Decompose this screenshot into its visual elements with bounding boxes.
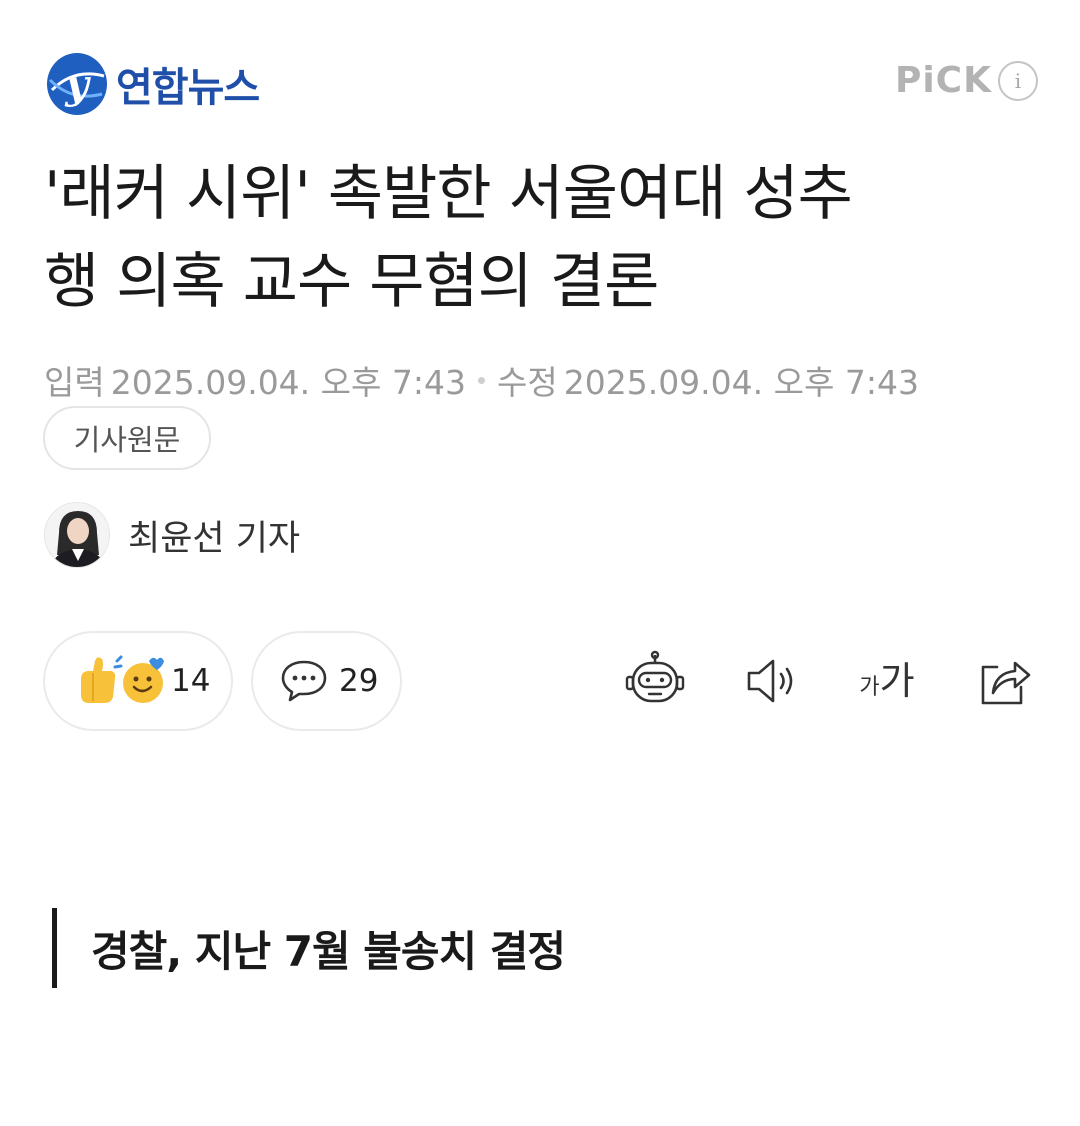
input-label: 입력 [44, 363, 105, 402]
article-headline: '래커 시위' 촉발한 서울여대 성추 행 의혹 교수 무혐의 결론 [44, 150, 1044, 326]
speaker-icon [747, 659, 793, 703]
modified-label: 수정 [496, 363, 558, 402]
yonhap-logo-icon: y [47, 53, 107, 115]
font-size-large: 가 [879, 659, 915, 703]
reaction-count: 14 [171, 663, 211, 699]
font-size-small: 가 [859, 675, 880, 700]
ai-summary-button[interactable] [622, 648, 688, 714]
article-subheading: 경찰, 지난 7월 불송치 결정 [52, 908, 566, 988]
press-logo[interactable]: y 연합뉴스 [44, 50, 260, 118]
font-size-icon: 가 가 [859, 660, 914, 702]
meta-separator [477, 376, 485, 384]
reporter-link[interactable]: 최윤선 기자 [44, 502, 300, 568]
headline-line-1: '래커 시위' 촉발한 서울여대 성추 [44, 159, 853, 229]
headline-line-2: 행 의혹 교수 무혐의 결론 [44, 247, 659, 317]
share-icon [981, 661, 1031, 705]
comment-button[interactable]: 29 [251, 631, 402, 731]
comment-count: 29 [339, 663, 379, 699]
tts-button[interactable] [738, 648, 804, 714]
reaction-button[interactable]: 14 [43, 631, 233, 731]
font-size-button[interactable]: 가 가 [852, 648, 922, 714]
robot-icon [625, 650, 685, 703]
comment-icon [281, 660, 327, 702]
svg-text:y: y [64, 61, 91, 108]
article-meta: 입력 2025.09.04. 오후 7:43 수정 2025.09.04. 오후… [44, 356, 919, 404]
original-article-button[interactable]: 기사원문 [43, 406, 211, 470]
emoji-reaction-icon [81, 655, 164, 703]
pick-label: PiCK [894, 60, 992, 101]
modified-time: 2025.09.04. 오후 7:43 [563, 363, 919, 402]
reporter-name: 최윤선 기자 [128, 518, 301, 559]
logo-text: 연합뉴스 [116, 65, 260, 111]
info-icon[interactable]: i [998, 60, 1038, 101]
input-time: 2025.09.04. 오후 7:43 [110, 363, 466, 402]
share-button[interactable] [970, 648, 1036, 714]
pick-badge[interactable]: PiCK i [895, 60, 1038, 101]
reporter-avatar [44, 502, 110, 568]
header: y 연합뉴스 PiCK i [44, 48, 1038, 128]
